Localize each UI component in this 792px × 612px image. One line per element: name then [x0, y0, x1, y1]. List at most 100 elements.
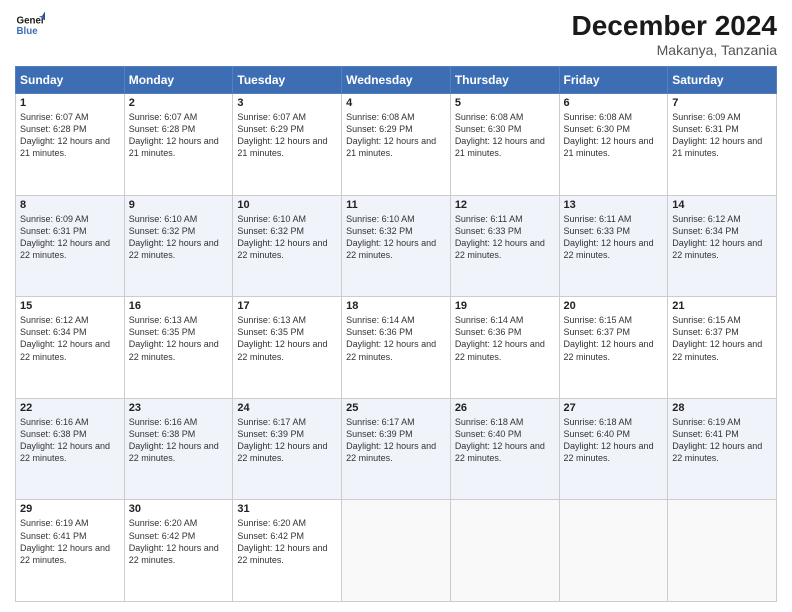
day-number: 17: [237, 300, 337, 312]
calendar-cell: 27 Sunrise: 6:18 AMSunset: 6:40 PMDaylig…: [559, 398, 668, 500]
cell-info: Sunrise: 6:17 AMSunset: 6:39 PMDaylight:…: [346, 417, 436, 463]
calendar-cell: 28 Sunrise: 6:19 AMSunset: 6:41 PMDaylig…: [668, 398, 777, 500]
calendar-cell: 9 Sunrise: 6:10 AMSunset: 6:32 PMDayligh…: [124, 195, 233, 297]
calendar-cell: 26 Sunrise: 6:18 AMSunset: 6:40 PMDaylig…: [450, 398, 559, 500]
calendar-cell: 6 Sunrise: 6:08 AMSunset: 6:30 PMDayligh…: [559, 94, 668, 196]
cell-info: Sunrise: 6:09 AMSunset: 6:31 PMDaylight:…: [672, 112, 762, 158]
day-number: 27: [564, 402, 664, 414]
day-number: 9: [129, 199, 229, 211]
calendar-cell: 12 Sunrise: 6:11 AMSunset: 6:33 PMDaylig…: [450, 195, 559, 297]
calendar-cell: [559, 500, 668, 602]
day-number: 4: [346, 97, 446, 109]
calendar-week-row: 1 Sunrise: 6:07 AMSunset: 6:28 PMDayligh…: [16, 94, 777, 196]
cell-info: Sunrise: 6:12 AMSunset: 6:34 PMDaylight:…: [20, 315, 110, 361]
day-number: 8: [20, 199, 120, 211]
cell-info: Sunrise: 6:08 AMSunset: 6:30 PMDaylight:…: [455, 112, 545, 158]
calendar-cell: 1 Sunrise: 6:07 AMSunset: 6:28 PMDayligh…: [16, 94, 125, 196]
title-block: December 2024 Makanya, Tanzania: [572, 10, 777, 58]
logo: General Blue: [15, 10, 45, 40]
calendar-cell: 16 Sunrise: 6:13 AMSunset: 6:35 PMDaylig…: [124, 297, 233, 399]
cell-info: Sunrise: 6:16 AMSunset: 6:38 PMDaylight:…: [20, 417, 110, 463]
cell-info: Sunrise: 6:12 AMSunset: 6:34 PMDaylight:…: [672, 214, 762, 260]
calendar-day-header: Monday: [124, 67, 233, 94]
cell-info: Sunrise: 6:20 AMSunset: 6:42 PMDaylight:…: [129, 518, 219, 564]
day-number: 15: [20, 300, 120, 312]
cell-info: Sunrise: 6:19 AMSunset: 6:41 PMDaylight:…: [20, 518, 110, 564]
cell-info: Sunrise: 6:13 AMSunset: 6:35 PMDaylight:…: [129, 315, 219, 361]
calendar-cell: 13 Sunrise: 6:11 AMSunset: 6:33 PMDaylig…: [559, 195, 668, 297]
day-number: 25: [346, 402, 446, 414]
cell-info: Sunrise: 6:17 AMSunset: 6:39 PMDaylight:…: [237, 417, 327, 463]
day-number: 5: [455, 97, 555, 109]
calendar-cell: [450, 500, 559, 602]
calendar-cell: 30 Sunrise: 6:20 AMSunset: 6:42 PMDaylig…: [124, 500, 233, 602]
day-number: 7: [672, 97, 772, 109]
calendar-cell: 24 Sunrise: 6:17 AMSunset: 6:39 PMDaylig…: [233, 398, 342, 500]
cell-info: Sunrise: 6:07 AMSunset: 6:28 PMDaylight:…: [20, 112, 110, 158]
calendar-cell: 2 Sunrise: 6:07 AMSunset: 6:28 PMDayligh…: [124, 94, 233, 196]
day-number: 23: [129, 402, 229, 414]
day-number: 1: [20, 97, 120, 109]
logo-icon: General Blue: [15, 10, 45, 40]
day-number: 29: [20, 503, 120, 515]
calendar-week-row: 22 Sunrise: 6:16 AMSunset: 6:38 PMDaylig…: [16, 398, 777, 500]
page-container: General Blue December 2024 Makanya, Tanz…: [0, 0, 792, 612]
subtitle: Makanya, Tanzania: [572, 42, 777, 58]
day-number: 28: [672, 402, 772, 414]
calendar-table: SundayMondayTuesdayWednesdayThursdayFrid…: [15, 66, 777, 602]
calendar-week-row: 8 Sunrise: 6:09 AMSunset: 6:31 PMDayligh…: [16, 195, 777, 297]
cell-info: Sunrise: 6:10 AMSunset: 6:32 PMDaylight:…: [346, 214, 436, 260]
calendar-header-row: SundayMondayTuesdayWednesdayThursdayFrid…: [16, 67, 777, 94]
cell-info: Sunrise: 6:08 AMSunset: 6:29 PMDaylight:…: [346, 112, 436, 158]
cell-info: Sunrise: 6:20 AMSunset: 6:42 PMDaylight:…: [237, 518, 327, 564]
cell-info: Sunrise: 6:07 AMSunset: 6:28 PMDaylight:…: [129, 112, 219, 158]
calendar-cell: 5 Sunrise: 6:08 AMSunset: 6:30 PMDayligh…: [450, 94, 559, 196]
calendar-cell: 4 Sunrise: 6:08 AMSunset: 6:29 PMDayligh…: [342, 94, 451, 196]
cell-info: Sunrise: 6:07 AMSunset: 6:29 PMDaylight:…: [237, 112, 327, 158]
cell-info: Sunrise: 6:15 AMSunset: 6:37 PMDaylight:…: [672, 315, 762, 361]
cell-info: Sunrise: 6:11 AMSunset: 6:33 PMDaylight:…: [564, 214, 654, 260]
day-number: 20: [564, 300, 664, 312]
day-number: 22: [20, 402, 120, 414]
calendar-cell: 18 Sunrise: 6:14 AMSunset: 6:36 PMDaylig…: [342, 297, 451, 399]
calendar-cell: 17 Sunrise: 6:13 AMSunset: 6:35 PMDaylig…: [233, 297, 342, 399]
cell-info: Sunrise: 6:11 AMSunset: 6:33 PMDaylight:…: [455, 214, 545, 260]
day-number: 30: [129, 503, 229, 515]
cell-info: Sunrise: 6:14 AMSunset: 6:36 PMDaylight:…: [455, 315, 545, 361]
calendar-day-header: Wednesday: [342, 67, 451, 94]
calendar-cell: 25 Sunrise: 6:17 AMSunset: 6:39 PMDaylig…: [342, 398, 451, 500]
cell-info: Sunrise: 6:08 AMSunset: 6:30 PMDaylight:…: [564, 112, 654, 158]
calendar-day-header: Thursday: [450, 67, 559, 94]
cell-info: Sunrise: 6:19 AMSunset: 6:41 PMDaylight:…: [672, 417, 762, 463]
calendar-cell: 10 Sunrise: 6:10 AMSunset: 6:32 PMDaylig…: [233, 195, 342, 297]
calendar-cell: 22 Sunrise: 6:16 AMSunset: 6:38 PMDaylig…: [16, 398, 125, 500]
calendar-cell: [668, 500, 777, 602]
cell-info: Sunrise: 6:14 AMSunset: 6:36 PMDaylight:…: [346, 315, 436, 361]
cell-info: Sunrise: 6:15 AMSunset: 6:37 PMDaylight:…: [564, 315, 654, 361]
cell-info: Sunrise: 6:13 AMSunset: 6:35 PMDaylight:…: [237, 315, 327, 361]
day-number: 21: [672, 300, 772, 312]
calendar-cell: 3 Sunrise: 6:07 AMSunset: 6:29 PMDayligh…: [233, 94, 342, 196]
cell-info: Sunrise: 6:10 AMSunset: 6:32 PMDaylight:…: [129, 214, 219, 260]
calendar-cell: 7 Sunrise: 6:09 AMSunset: 6:31 PMDayligh…: [668, 94, 777, 196]
main-title: December 2024: [572, 10, 777, 42]
calendar-day-header: Sunday: [16, 67, 125, 94]
day-number: 24: [237, 402, 337, 414]
day-number: 2: [129, 97, 229, 109]
day-number: 3: [237, 97, 337, 109]
calendar-day-header: Saturday: [668, 67, 777, 94]
day-number: 26: [455, 402, 555, 414]
svg-text:Blue: Blue: [17, 26, 39, 37]
calendar-cell: 19 Sunrise: 6:14 AMSunset: 6:36 PMDaylig…: [450, 297, 559, 399]
cell-info: Sunrise: 6:18 AMSunset: 6:40 PMDaylight:…: [455, 417, 545, 463]
cell-info: Sunrise: 6:16 AMSunset: 6:38 PMDaylight:…: [129, 417, 219, 463]
calendar-cell: 20 Sunrise: 6:15 AMSunset: 6:37 PMDaylig…: [559, 297, 668, 399]
calendar-cell: 14 Sunrise: 6:12 AMSunset: 6:34 PMDaylig…: [668, 195, 777, 297]
cell-info: Sunrise: 6:10 AMSunset: 6:32 PMDaylight:…: [237, 214, 327, 260]
cell-info: Sunrise: 6:18 AMSunset: 6:40 PMDaylight:…: [564, 417, 654, 463]
day-number: 18: [346, 300, 446, 312]
calendar-day-header: Tuesday: [233, 67, 342, 94]
calendar-cell: 21 Sunrise: 6:15 AMSunset: 6:37 PMDaylig…: [668, 297, 777, 399]
calendar-cell: 29 Sunrise: 6:19 AMSunset: 6:41 PMDaylig…: [16, 500, 125, 602]
calendar-cell: 23 Sunrise: 6:16 AMSunset: 6:38 PMDaylig…: [124, 398, 233, 500]
